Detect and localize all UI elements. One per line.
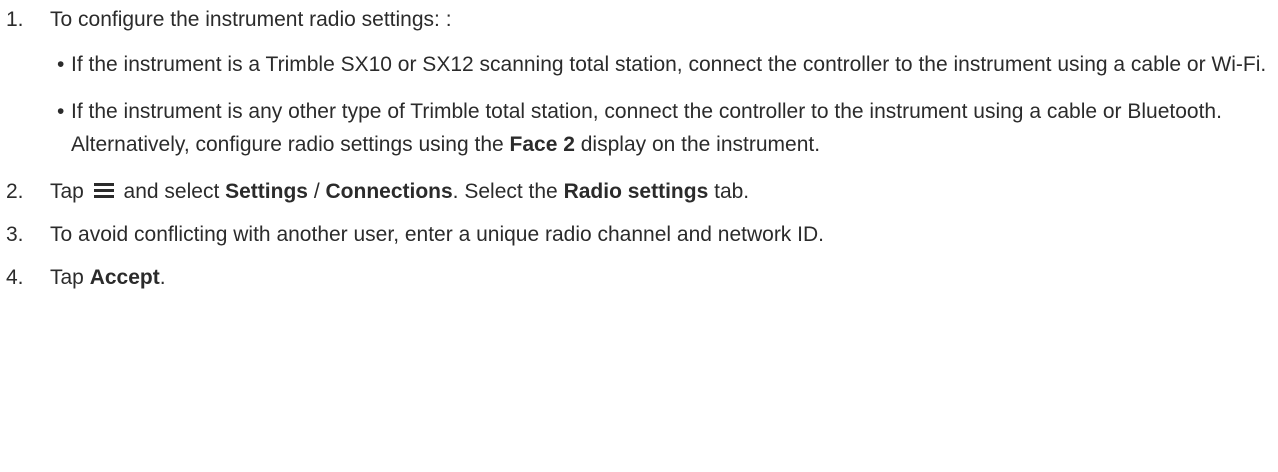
tap-text: Tap — [50, 180, 84, 203]
bullet-item: • If the instrument is any other type of… — [0, 95, 1270, 161]
step-number: 4. — [6, 266, 24, 289]
step-3: 3. To avoid conflicting with another use… — [0, 218, 1270, 251]
step-number: 3. — [6, 223, 24, 246]
step-number: 2. — [6, 180, 24, 203]
connections-label: Connections — [325, 180, 453, 203]
bullet-text: If the instrument is a Trimble SX10 or S… — [71, 53, 1267, 76]
bullet-dot: • — [57, 53, 65, 76]
bullet-dot: • — [57, 100, 65, 123]
period-text: . — [159, 266, 166, 289]
menu-icon — [93, 183, 114, 198]
step-2: 2. Tap and select Settings / Connections… — [0, 175, 1270, 208]
steps-list: 1. To configure the instrument radio set… — [0, 0, 1270, 304]
bullet-list: • If the instrument is a Trimble SX10 or… — [50, 48, 1270, 161]
step-4: 4. Tap Accept. — [0, 261, 1270, 294]
radio-settings-label: Radio settings — [563, 180, 709, 203]
tab-text: tab. — [714, 180, 750, 203]
and-select-text: and select — [123, 180, 220, 203]
step-text: To avoid conflicting with another user, … — [50, 223, 824, 246]
document: 1. To configure the instrument radio set… — [0, 0, 1278, 472]
step-1: 1. To configure the instrument radio set… — [0, 3, 1270, 161]
bullet-text-b: display on the instrument. — [574, 133, 821, 156]
settings-label: Settings — [225, 180, 308, 203]
select-the-text: . Select the — [452, 180, 558, 203]
slash-text: / — [313, 180, 320, 203]
step-text: To configure the instrument radio settin… — [50, 8, 452, 31]
tap-text: Tap — [50, 266, 84, 289]
face-2-label: Face 2 — [509, 133, 575, 156]
step-number: 1. — [6, 8, 24, 31]
accept-label: Accept — [89, 266, 160, 289]
bullet-item: • If the instrument is a Trimble SX10 or… — [0, 48, 1270, 81]
